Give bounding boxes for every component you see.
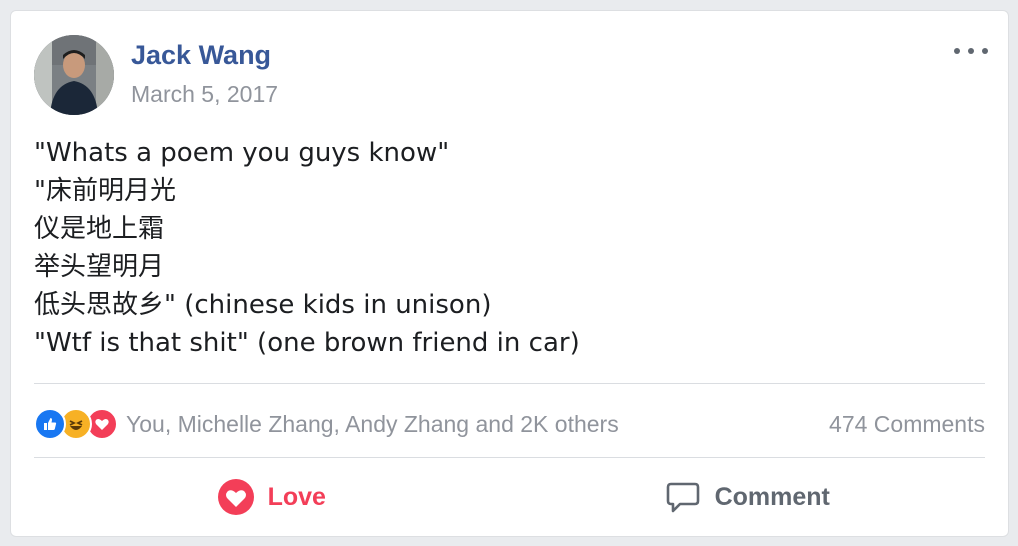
post-body: "Whats a poem you guys know" "床前明月光 仪是地上…	[34, 134, 974, 362]
post-line: 低头思故乡" (chinese kids in unison)	[34, 290, 492, 320]
comment-label: Comment	[714, 482, 830, 511]
dot	[954, 48, 960, 54]
comment-icon	[665, 479, 701, 515]
reaction-summary[interactable]: You, Michelle Zhang, Andy Zhang and 2K o…	[126, 411, 619, 438]
author-name[interactable]: Jack Wang	[131, 40, 271, 71]
dot	[968, 48, 974, 54]
dot	[982, 48, 988, 54]
like-icon	[34, 408, 66, 440]
reactions-bar: You, Michelle Zhang, Andy Zhang and 2K o…	[34, 407, 985, 441]
love-icon	[217, 479, 254, 515]
post-line: "床前明月光	[34, 176, 176, 206]
comments-count[interactable]: 474 Comments	[829, 411, 985, 438]
post-line: 仪是地上霜	[34, 214, 165, 244]
author-avatar[interactable]	[34, 35, 114, 115]
action-bar: Love Comment	[34, 461, 985, 533]
love-label: Love	[267, 482, 326, 511]
post-line: 举头望明月	[34, 252, 165, 282]
reaction-icons[interactable]	[34, 408, 118, 440]
post-card: Jack Wang March 5, 2017 "Whats a poem yo…	[10, 10, 1009, 537]
divider	[34, 457, 985, 458]
comment-button[interactable]: Comment	[510, 461, 986, 533]
divider	[34, 383, 985, 384]
love-button[interactable]: Love	[34, 461, 510, 533]
post-line: "Whats a poem you guys know"	[34, 138, 450, 168]
post-line: "Wtf is that shit" (one brown friend in …	[34, 328, 580, 358]
post-date[interactable]: March 5, 2017	[131, 81, 278, 108]
more-options-icon[interactable]	[954, 41, 988, 61]
